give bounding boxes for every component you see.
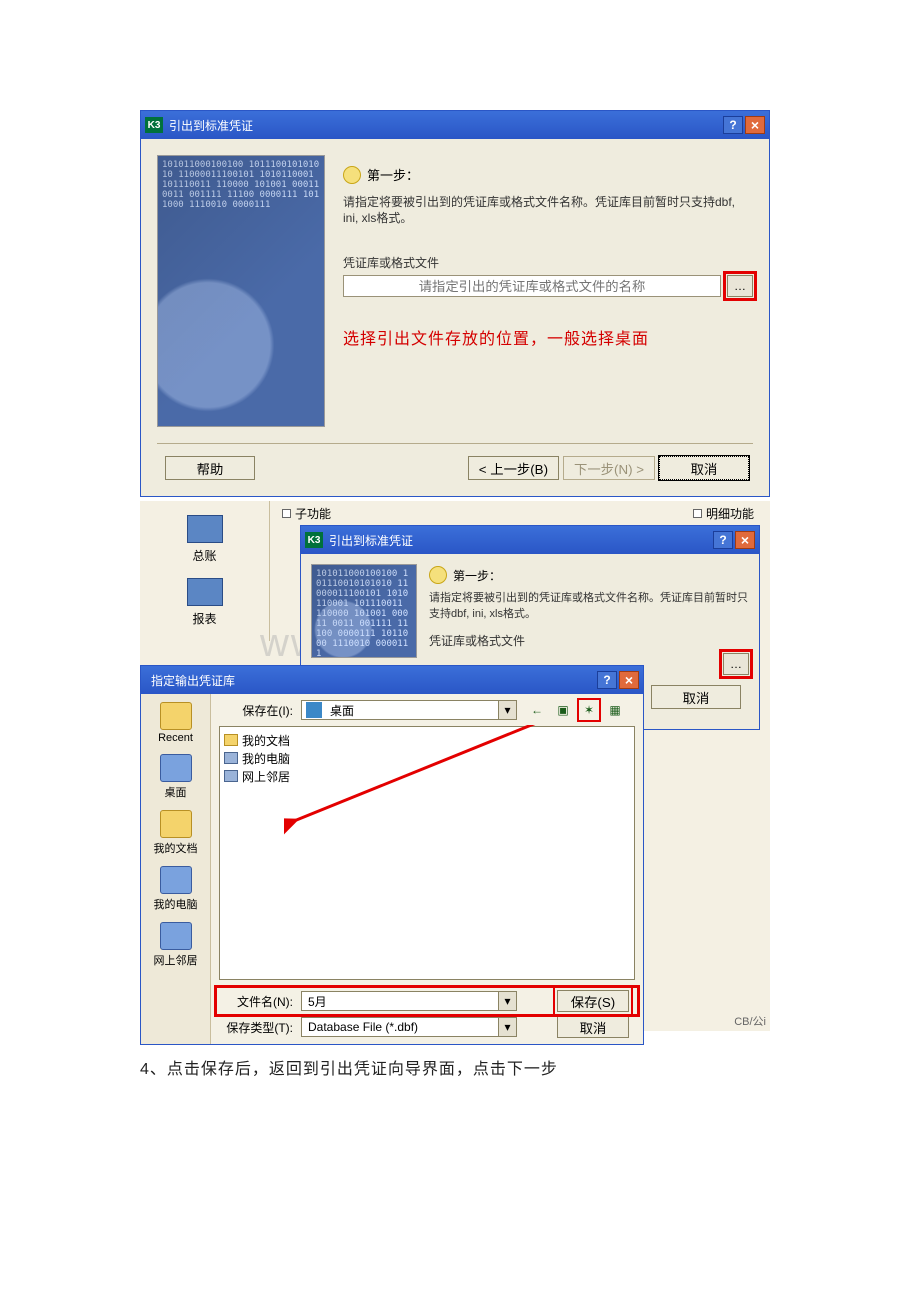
places-bar: Recent 桌面 我的文档 我的电脑 <box>141 694 211 1044</box>
folder-icon <box>160 702 192 730</box>
status-text: CB/公i <box>734 1013 766 1029</box>
checkbox-icon <box>282 509 291 518</box>
app-k3-icon: K3 <box>145 117 163 133</box>
cancel-button-nested[interactable]: 取消 <box>651 685 741 709</box>
save-in-label: 保存在(I): <box>219 702 293 719</box>
cancel-save-button[interactable]: 取消 <box>557 1016 629 1038</box>
nav-up-button[interactable]: ▣ <box>553 700 573 720</box>
next-button: 下一步(N) > <box>563 456 655 480</box>
checkbox-icon <box>693 509 702 518</box>
computer-icon <box>160 866 192 894</box>
filetype-label: 保存类型(T): <box>219 1019 293 1036</box>
desktop-icon <box>160 754 192 782</box>
function-tabs: 子功能 明细功能 <box>276 501 770 521</box>
sidebar-item-label: 总账 <box>140 547 269 564</box>
titlebar[interactable]: 指定输出凭证库 ? × <box>141 666 643 694</box>
ledger-icon <box>187 515 223 543</box>
location-icon <box>306 702 322 718</box>
step-description: 请指定将要被引出到的凭证库或格式文件名称。凭证库目前暂时只支持dbf, ini,… <box>429 590 749 622</box>
dialog-title: 引出到标准凭证 <box>169 117 721 134</box>
filename-label: 文件名(N): <box>219 993 293 1010</box>
instruction-step-4: 4、点击保存后，返回到引出凭证向导界面，点击下一步 <box>140 1055 780 1079</box>
titlebar-help-button[interactable]: ? <box>597 671 617 689</box>
save-file-dialog: 指定输出凭证库 ? × Recent 桌面 <box>140 665 644 1045</box>
sidebar-item-label: 报表 <box>140 610 269 627</box>
file-list[interactable]: 我的文档 我的电脑 网上邻居 <box>219 726 635 980</box>
tab-detailfunction[interactable]: 明细功能 <box>693 505 754 521</box>
back-button[interactable]: < 上一步(B) <box>468 456 559 480</box>
save-button[interactable]: 保存(S) <box>557 990 629 1012</box>
export-voucher-dialog: K3 引出到标准凭证 ? × 101011000100100 101110010… <box>140 110 770 497</box>
lightbulb-icon <box>343 166 361 184</box>
titlebar-close-button[interactable]: × <box>735 531 755 549</box>
places-desktop[interactable]: 桌面 <box>141 754 210 800</box>
titlebar-close-button[interactable]: × <box>745 116 765 134</box>
step-label: 第一步： <box>367 165 419 184</box>
save-in-combo[interactable]: 桌面 ▾ <box>301 700 517 720</box>
titlebar-help-button[interactable]: ? <box>713 531 733 549</box>
places-network[interactable]: 网上邻居 <box>141 922 210 968</box>
chevron-down-icon[interactable]: ▾ <box>498 992 516 1010</box>
titlebar-help-button[interactable]: ? <box>723 116 743 134</box>
field-label: 凭证库或格式文件 <box>343 254 753 271</box>
folder-icon <box>224 734 238 746</box>
titlebar-close-button[interactable]: × <box>619 671 639 689</box>
titlebar[interactable]: K3 引出到标准凭证 ? × <box>141 111 769 139</box>
dialog-title: 引出到标准凭证 <box>329 532 711 549</box>
cancel-button[interactable]: 取消 <box>659 456 749 480</box>
voucher-file-input[interactable] <box>343 275 721 297</box>
chevron-down-icon[interactable]: ▾ <box>498 1018 516 1036</box>
filetype-combo[interactable]: Database File (*.dbf) ▾ <box>301 1017 517 1037</box>
sidebar-item-report[interactable]: 报表 <box>140 578 269 627</box>
network-icon <box>160 922 192 950</box>
sidebar-item-ledger[interactable]: 总账 <box>140 515 269 564</box>
nav-back-button[interactable]: ← <box>527 700 547 720</box>
main-app-panel: 总账 报表 子功能 明细功能 www.bdocx.com K3 引出到标准凭证 <box>140 501 770 1031</box>
step-description: 请指定将要被引出到的凭证库或格式文件名称。凭证库目前暂时只支持dbf, ini,… <box>343 194 753 226</box>
wizard-image: 101011000100100 101110010101010 11000011… <box>311 564 417 658</box>
view-menu-button[interactable]: ▦ <box>605 700 625 720</box>
browse-button-nested[interactable]: … <box>723 653 749 675</box>
new-folder-button[interactable]: ✶ <box>579 700 599 720</box>
dialog-title: 指定输出凭证库 <box>145 672 595 689</box>
computer-icon <box>224 752 238 764</box>
app-k3-icon: K3 <box>305 532 323 548</box>
places-recent[interactable]: Recent <box>141 702 210 744</box>
network-icon <box>224 770 238 782</box>
titlebar[interactable]: K3 引出到标准凭证 ? × <box>301 526 759 554</box>
browse-button[interactable]: … <box>727 275 753 297</box>
report-icon <box>187 578 223 606</box>
app-sidebar: 总账 报表 <box>140 501 270 641</box>
instruction-note: 选择引出文件存放的位置，一般选择桌面 <box>343 325 753 349</box>
list-item[interactable]: 网上邻居 <box>224 767 630 785</box>
places-computer[interactable]: 我的电脑 <box>141 866 210 912</box>
chevron-down-icon[interactable]: ▾ <box>498 701 516 719</box>
save-in-value: 桌面 <box>326 702 498 719</box>
folder-icon <box>160 810 192 838</box>
list-item[interactable]: 我的电脑 <box>224 749 630 767</box>
wizard-image: 101011000100100 101110010101010 11000011… <box>157 155 325 427</box>
list-item[interactable]: 我的文档 <box>224 731 630 749</box>
help-button[interactable]: 帮助 <box>165 456 255 480</box>
field-label: 凭证库或格式文件 <box>429 632 749 649</box>
lightbulb-icon <box>429 566 447 584</box>
places-documents[interactable]: 我的文档 <box>141 810 210 856</box>
tab-subfunction[interactable]: 子功能 <box>282 505 331 521</box>
step-label: 第一步： <box>453 567 501 584</box>
filename-input[interactable]: 5月 ▾ <box>301 991 517 1011</box>
